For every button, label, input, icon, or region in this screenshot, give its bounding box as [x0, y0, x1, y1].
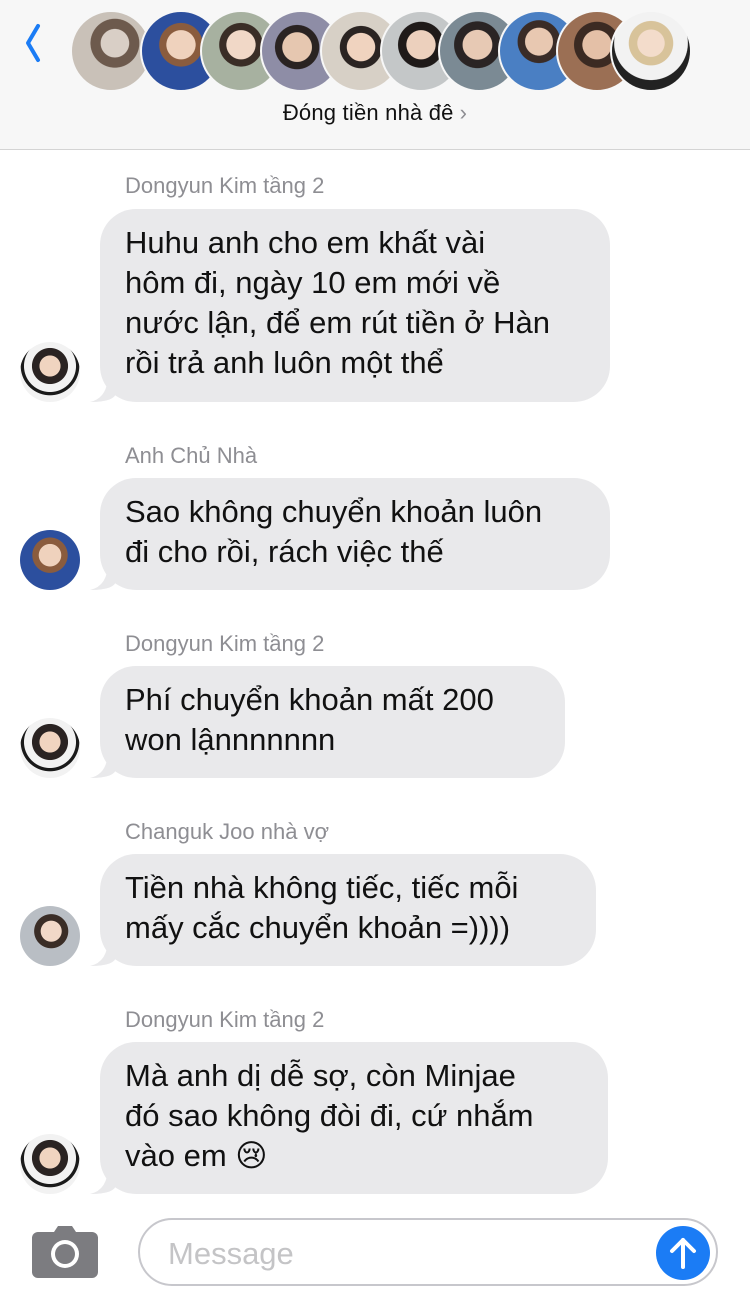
group-member-avatar — [610, 10, 692, 92]
message-line: vào em 😢 — [125, 1138, 268, 1173]
message-line: Huhu anh cho em khất vài — [125, 225, 486, 260]
message-line: rồi trả anh luôn một thể — [125, 345, 444, 380]
message-line: won lậnnnnnnn — [125, 722, 336, 757]
message-line: Tiền nhà không tiếc, tiếc mỗi — [125, 870, 519, 905]
sender-name: Dongyun Kim tầng 2 — [125, 1007, 325, 1032]
message-line: đi cho rồi, rách việc thế — [125, 534, 444, 569]
message-bubble[interactable]: Huhu anh cho em khất vài hôm đi, ngày 10… — [100, 209, 610, 402]
chevron-left-icon — [26, 24, 40, 62]
avatar[interactable] — [20, 1134, 80, 1194]
message-line: đó sao không đòi đi, cứ nhắm — [125, 1098, 534, 1133]
arrow-up-icon — [670, 1238, 696, 1269]
message-line: Mà anh dị dễ sợ, còn Minjae — [125, 1058, 516, 1093]
message-bubble[interactable]: Tiền nhà không tiếc, tiếc mỗi mấy cắc ch… — [100, 854, 596, 966]
message-composer: Message — [0, 1208, 750, 1297]
message-placeholder: Message — [168, 1236, 294, 1271]
sender-name: Dongyun Kim tầng 2 — [125, 631, 325, 656]
message-line: Sao không chuyển khoản luôn — [125, 494, 543, 529]
avatar[interactable] — [20, 718, 80, 778]
send-button[interactable] — [656, 1226, 710, 1280]
back-button[interactable] — [18, 18, 48, 68]
avatar[interactable] — [20, 906, 80, 966]
group-title-text: Đóng tiền nhà đê — [282, 100, 454, 125]
sender-name: Changuk Joo nhà vợ — [125, 819, 330, 844]
conversation-header: Đóng tiền nhà đê › — [0, 0, 750, 150]
group-title[interactable]: Đóng tiền nhà đê › — [0, 100, 750, 126]
avatar[interactable] — [20, 530, 80, 590]
avatar[interactable] — [20, 342, 80, 402]
camera-icon — [32, 1226, 98, 1278]
message-line: hôm đi, ngày 10 em mới về — [125, 265, 501, 300]
message-line: nước lận, để em rút tiền ở Hàn — [125, 305, 550, 340]
message-bubble[interactable]: Phí chuyển khoản mất 200 won lậnnnnnnn — [100, 666, 565, 778]
message-bubble[interactable]: Mà anh dị dễ sợ, còn Minjae đó sao không… — [100, 1042, 608, 1194]
group-avatars[interactable] — [70, 10, 692, 92]
camera-button[interactable] — [32, 1226, 98, 1278]
sender-name: Dongyun Kim tầng 2 — [125, 173, 325, 198]
message-input[interactable]: Message — [138, 1218, 718, 1286]
message-line: Phí chuyển khoản mất 200 — [125, 682, 494, 717]
message-line: mấy cắc chuyển khoản =)))) — [125, 910, 511, 945]
sender-name: Anh Chủ Nhà — [125, 443, 258, 468]
chevron-right-icon: › — [459, 100, 468, 125]
message-bubble[interactable]: Sao không chuyển khoản luôn đi cho rồi, … — [100, 478, 610, 590]
